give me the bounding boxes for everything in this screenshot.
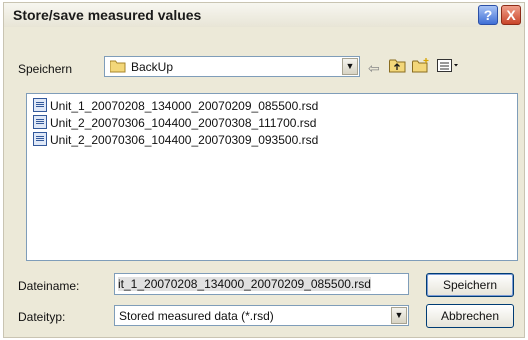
close-button[interactable]: X bbox=[501, 5, 521, 25]
list-item[interactable]: Unit_1_20070208_134000_20070209_085500.r… bbox=[33, 98, 318, 115]
save-button[interactable]: Speichern bbox=[426, 273, 514, 297]
file-name: Unit_2_20070306_104400_20070308_111700.r… bbox=[50, 116, 317, 130]
cancel-button[interactable]: Abbrechen bbox=[426, 304, 514, 328]
filename-input[interactable]: it_1_20070208_134000_20070209_085500.rsd bbox=[114, 273, 409, 295]
filetype-value: Stored measured data (*.rsd) bbox=[119, 309, 274, 323]
window-title: Store/save measured values bbox=[13, 7, 202, 23]
save-dialog: Store/save measured values ? X Speichern… bbox=[3, 2, 525, 338]
filetype-label: Dateityp: bbox=[18, 310, 66, 324]
list-item[interactable]: Unit_2_20070306_104400_20070309_093500.r… bbox=[33, 132, 318, 149]
up-folder-icon[interactable] bbox=[389, 58, 406, 76]
filename-label: Dateiname: bbox=[18, 279, 80, 293]
new-folder-icon[interactable] bbox=[412, 58, 430, 76]
folder-icon bbox=[109, 60, 126, 73]
save-in-dropdown[interactable]: BackUp ▼ bbox=[104, 56, 360, 77]
save-in-label: Speichern bbox=[18, 62, 73, 76]
filename-value: it_1_20070208_134000_20070209_085500.rsd bbox=[118, 277, 371, 291]
file-icon bbox=[33, 98, 47, 112]
file-name: Unit_1_20070208_134000_20070209_085500.r… bbox=[50, 99, 319, 113]
filetype-dropdown[interactable]: Stored measured data (*.rsd) ▼ bbox=[114, 305, 409, 326]
back-arrow-icon[interactable]: ⇦ bbox=[368, 60, 380, 77]
file-icon bbox=[33, 132, 47, 146]
list-item[interactable]: Unit_2_20070306_104400_20070308_111700.r… bbox=[33, 115, 316, 132]
file-icon bbox=[33, 115, 47, 129]
chevron-down-icon[interactable]: ▼ bbox=[391, 307, 407, 324]
chevron-down-icon[interactable]: ▼ bbox=[342, 58, 358, 75]
help-button[interactable]: ? bbox=[478, 5, 498, 25]
view-menu-icon[interactable] bbox=[437, 58, 461, 76]
title-bar: Store/save measured values ? X bbox=[4, 3, 524, 27]
save-in-value: BackUp bbox=[131, 60, 174, 74]
file-name: Unit_2_20070306_104400_20070309_093500.r… bbox=[50, 133, 319, 147]
file-list[interactable]: Unit_1_20070208_134000_20070209_085500.r… bbox=[26, 93, 518, 261]
